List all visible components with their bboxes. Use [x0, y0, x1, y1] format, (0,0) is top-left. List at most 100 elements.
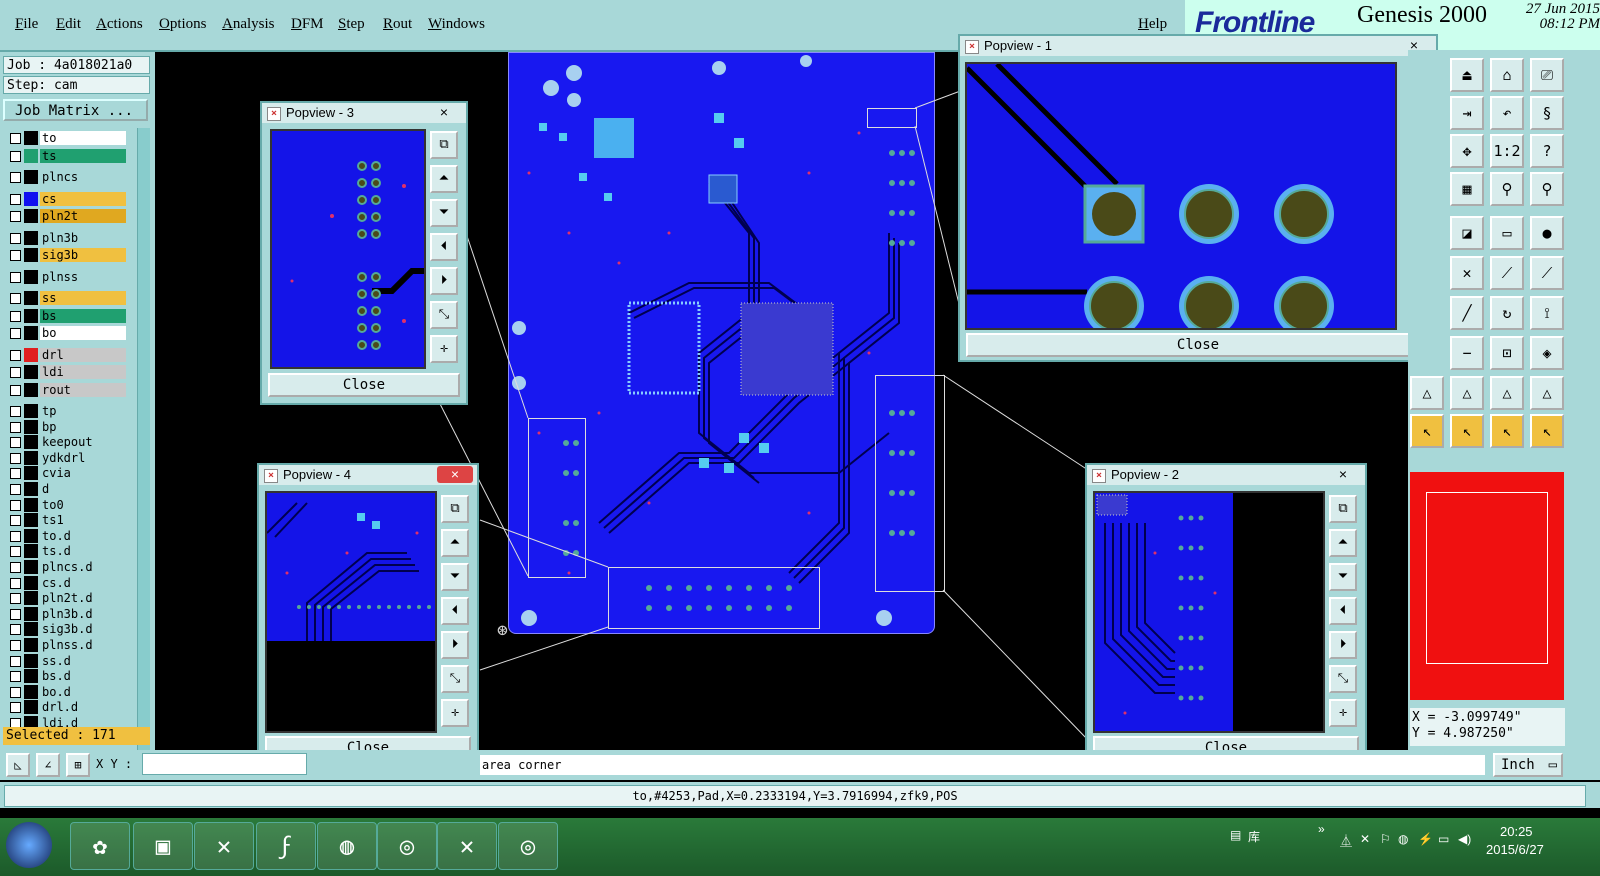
select-pointer3-icon[interactable]: ↖ [1490, 414, 1524, 448]
zoom-down-icon[interactable]: ⏷ [1329, 563, 1357, 591]
zoom-right-icon[interactable]: ⏵ [1329, 631, 1357, 659]
zoom-left-icon[interactable]: ⏴ [1329, 597, 1357, 625]
zoom-right-icon[interactable]: ⏵ [430, 267, 458, 295]
zoom-right-icon[interactable]: ⏵ [441, 631, 469, 659]
zoom-up-icon[interactable]: ⏶ [1329, 529, 1357, 557]
overview-preview[interactable] [1410, 472, 1564, 700]
triangle2-icon[interactable]: △ [1450, 376, 1484, 410]
clock-date[interactable]: 2015/6/27 [1486, 842, 1544, 857]
tray-x-icon[interactable]: ✕ [1360, 832, 1370, 846]
status-bar: to,#4253,Pad,X=0.2333194,Y=3.7916994,zfk… [0, 782, 1600, 808]
tray-network-icon[interactable]: ⏅ [1340, 832, 1352, 849]
measure-icon[interactable]: ⚲ [1490, 172, 1524, 206]
zoom-fit-icon[interactable]: ⧉ [1329, 495, 1357, 523]
popview-3-artwork [290, 161, 424, 350]
zoom-out-icon[interactable]: ⤡ [430, 301, 458, 329]
zoom-fit-icon[interactable]: ⧉ [441, 495, 469, 523]
start-button-icon[interactable] [6, 822, 52, 868]
snap-mode-icon[interactable]: ◺ [6, 753, 30, 777]
grid-mode-icon[interactable]: ⊞ [66, 753, 90, 777]
line-icon[interactable]: ⟋ [1490, 256, 1524, 290]
popview-3-close-button[interactable]: Close [268, 373, 460, 397]
zoom-up-icon[interactable]: ⏶ [430, 165, 458, 193]
shapes-icon[interactable]: ◈ [1530, 336, 1564, 370]
zoom-out-icon[interactable]: ⤡ [441, 665, 469, 693]
popview-3-canvas[interactable] [270, 129, 426, 369]
help-icon[interactable]: ? [1530, 134, 1564, 168]
select-pointer4-icon[interactable]: ↖ [1530, 414, 1564, 448]
popview-3-window: Popview - 3 × × ⧉ ⏶ ⏷ ⏴ ⏵ ⤡ ✛ Close [260, 101, 468, 405]
clear-icon[interactable]: ⎚ [1530, 58, 1564, 92]
ruler-icon[interactable]: ▭ [1490, 216, 1524, 250]
open-icon[interactable]: ⏏ [1450, 58, 1484, 92]
popview-3-close-icon[interactable]: × [426, 104, 462, 121]
triangle3-icon[interactable]: △ [1490, 376, 1524, 410]
zoom-out-icon[interactable]: ⤡ [1329, 665, 1357, 693]
measure2-icon[interactable]: ⚲ [1530, 172, 1564, 206]
popview-2-canvas[interactable] [1093, 491, 1325, 733]
tray-display-icon[interactable]: ▭ [1438, 832, 1449, 846]
pad-icon[interactable]: ● [1530, 216, 1564, 250]
symbol-icon[interactable]: ⟟ [1530, 296, 1564, 330]
popview-window-icon: × [267, 107, 281, 121]
arc-icon[interactable]: ↻ [1490, 296, 1524, 330]
tray-label[interactable]: 库 [1248, 828, 1260, 845]
tray-power-icon[interactable]: ⚡ [1418, 832, 1433, 846]
zoom-left-icon[interactable]: ⏴ [430, 233, 458, 261]
dropdown-icon: ▭ [1548, 757, 1557, 773]
line2-icon[interactable]: ⟋ [1530, 256, 1564, 290]
units-dropdown[interactable]: Inch ▭ [1493, 753, 1563, 777]
popview-2-close-icon[interactable]: × [1325, 466, 1361, 483]
taskbar-app-red-icon[interactable]: ◍ [317, 822, 377, 870]
zoom-left-icon[interactable]: ⏴ [441, 597, 469, 625]
triangle-icon[interactable]: △ [1410, 376, 1444, 410]
popview-window-icon: × [264, 469, 278, 483]
command-bar: ◺ ∠ ⊞ X Y : area corner Inch ▭ [0, 750, 1600, 780]
frame-icon[interactable]: ⊡ [1490, 336, 1524, 370]
home-icon[interactable]: ⌂ [1490, 58, 1524, 92]
popview-4-close-icon[interactable]: × [437, 466, 473, 483]
taskbar-app-f-icon[interactable]: ϝ [256, 822, 316, 870]
zoom-in-icon[interactable]: ✛ [430, 335, 458, 363]
undo-icon[interactable]: ↶ [1490, 96, 1524, 130]
tray-flag-icon[interactable]: ⚐ [1380, 832, 1391, 846]
cross-icon[interactable]: ✕ [1450, 256, 1484, 290]
tray-app-icon[interactable]: ◍ [1398, 832, 1408, 846]
taskbar-excel-icon[interactable]: ✕ [194, 822, 254, 870]
popview-2-artwork [1095, 493, 1233, 731]
taskbar-genesis2-icon[interactable]: ◎ [498, 822, 558, 870]
popview-1-close-button[interactable]: Close [966, 333, 1430, 357]
zoom-1to1-icon[interactable]: 1:2 [1490, 134, 1524, 168]
tray-folder-icon[interactable]: ▤ [1230, 828, 1241, 842]
fill-icon[interactable]: ◪ [1450, 216, 1484, 250]
triangle4-icon[interactable]: △ [1530, 376, 1564, 410]
xy-input[interactable] [142, 753, 307, 775]
taskbar-shell-icon[interactable]: ✿ [70, 822, 130, 870]
popview-2-toolbar: ⧉ ⏶ ⏷ ⏴ ⏵ ⤡ ✛ [1329, 495, 1361, 733]
zoom-fit-icon[interactable]: ⧉ [430, 131, 458, 159]
zoom-down-icon[interactable]: ⏷ [430, 199, 458, 227]
taskbar-genesis-icon[interactable]: ◎ [377, 822, 437, 870]
zoom-in-icon[interactable]: ✛ [441, 699, 469, 727]
diagonal-icon[interactable]: ╱ [1450, 296, 1484, 330]
zoom-down-icon[interactable]: ⏷ [441, 563, 469, 591]
zoom-in-icon[interactable]: ✛ [1329, 699, 1357, 727]
snap-icon[interactable]: § [1530, 96, 1564, 130]
clock-time[interactable]: 20:25 [1500, 824, 1533, 839]
taskbar-save-icon[interactable]: ▣ [133, 822, 193, 870]
tray-expand-icon[interactable]: » [1318, 822, 1325, 836]
grid-icon[interactable]: ▦ [1450, 172, 1484, 206]
minus-icon[interactable]: − [1450, 336, 1484, 370]
move-right-icon[interactable]: ⇥ [1450, 96, 1484, 130]
popview-4-canvas[interactable] [265, 491, 437, 733]
zoom-up-icon[interactable]: ⏶ [441, 529, 469, 557]
taskbar-xming-icon[interactable]: ✕ [437, 822, 497, 870]
tray-volume-icon[interactable]: ◀) [1458, 832, 1471, 846]
units-value: Inch [1501, 757, 1535, 773]
popview-1-canvas[interactable] [965, 62, 1397, 330]
select-pointer-icon[interactable]: ↖ [1410, 414, 1444, 448]
command-prompt: area corner [480, 755, 1485, 775]
select-pointer2-icon[interactable]: ↖ [1450, 414, 1484, 448]
angle-mode-icon[interactable]: ∠ [36, 753, 60, 777]
pan-icon[interactable]: ✥ [1450, 134, 1484, 168]
